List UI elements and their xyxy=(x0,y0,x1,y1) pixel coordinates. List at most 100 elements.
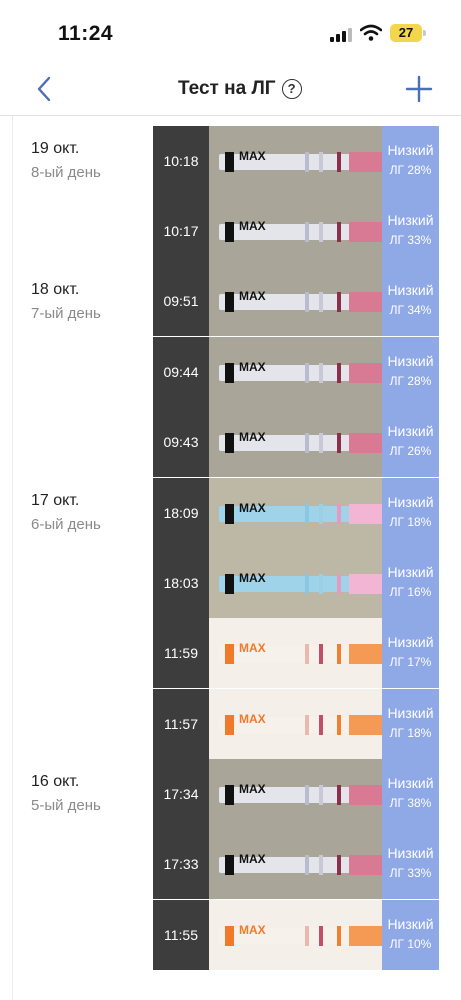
test-row[interactable]: 11:55 MAX Низкий ЛГ 10% xyxy=(153,900,439,970)
day-number: 7-ый день xyxy=(31,305,101,322)
strip-line xyxy=(337,785,341,805)
day-number: 6-ый день xyxy=(31,516,101,533)
strip-line xyxy=(337,855,341,875)
test-row[interactable]: 17:33 MAX Низкий ЛГ 33% xyxy=(153,829,439,899)
result-badge: Низкий ЛГ 34% xyxy=(382,266,439,336)
status-bar: 11:24 27 xyxy=(0,0,461,64)
strip-line xyxy=(349,644,382,664)
strip-line xyxy=(305,152,309,172)
test-strip-photo: MAX xyxy=(209,478,382,548)
test-row[interactable]: 11:57 MAX Низкий ЛГ 18% xyxy=(153,689,439,759)
strip-line xyxy=(319,433,323,453)
strip-handle xyxy=(225,926,234,946)
strip-line xyxy=(319,574,323,594)
strip-line xyxy=(349,222,382,242)
strip-line xyxy=(337,152,341,172)
day-label: 18 окт. 7-ый день xyxy=(31,281,101,322)
lh-value: ЛГ 26% xyxy=(389,444,432,458)
strip-max-label: MAX xyxy=(239,289,266,303)
signal-icon xyxy=(330,28,352,42)
strip-max-label: MAX xyxy=(239,430,266,444)
strip-line xyxy=(319,715,323,735)
result-badge: Низкий ЛГ 18% xyxy=(382,478,439,548)
test-time: 09:51 xyxy=(153,266,209,336)
strip-line xyxy=(305,363,309,383)
result-label: Низкий xyxy=(387,494,434,510)
test-row[interactable]: 11:59 MAX Низкий ЛГ 17% xyxy=(153,618,439,688)
test-strip-photo: MAX xyxy=(209,829,382,899)
test-row[interactable]: 10:17 MAX Низкий ЛГ 33% xyxy=(153,196,439,266)
strip-line xyxy=(337,644,341,664)
test-list: 19 окт. 8-ый день 18 окт. 7-ый день 17 о… xyxy=(12,116,461,1000)
test-row[interactable]: 18:09 MAX Низкий ЛГ 18% xyxy=(153,478,439,548)
day-number: 8-ый день xyxy=(31,164,101,181)
day-label: 16 окт. 5-ый день xyxy=(31,773,101,814)
strip-line xyxy=(349,292,382,312)
strip-line xyxy=(305,644,309,664)
test-time: 18:03 xyxy=(153,548,209,618)
status-time: 11:24 xyxy=(58,22,114,45)
test-strip-photo: MAX xyxy=(209,618,382,688)
strip-line xyxy=(319,222,323,242)
battery-tip xyxy=(423,30,426,36)
page-title-group: Тест на ЛГ ? xyxy=(178,78,302,100)
back-button[interactable] xyxy=(30,74,60,104)
test-time: 09:43 xyxy=(153,407,209,477)
strip-line xyxy=(319,152,323,172)
test-time: 09:44 xyxy=(153,337,209,407)
lh-value: ЛГ 10% xyxy=(389,937,432,951)
strip-handle xyxy=(225,292,234,312)
add-button[interactable] xyxy=(404,74,434,104)
test-time: 11:55 xyxy=(153,900,209,970)
lh-value: ЛГ 28% xyxy=(389,374,432,388)
strip-line xyxy=(337,926,341,946)
test-row[interactable]: 18:03 MAX Низкий ЛГ 16% xyxy=(153,548,439,618)
result-label: Низкий xyxy=(387,845,434,861)
result-badge: Низкий ЛГ 10% xyxy=(382,900,439,970)
result-label: Низкий xyxy=(387,212,434,228)
result-label: Низкий xyxy=(387,634,434,650)
strip-max-label: MAX xyxy=(239,712,266,726)
lh-value: ЛГ 38% xyxy=(389,796,432,810)
strip-handle xyxy=(225,855,234,875)
strip-line xyxy=(305,504,309,524)
test-row[interactable]: 09:43 MAX Низкий ЛГ 26% xyxy=(153,407,439,477)
strip-line xyxy=(319,363,323,383)
strip-handle xyxy=(225,644,234,664)
test-row[interactable]: 17:34 MAX Низкий ЛГ 38% xyxy=(153,759,439,829)
result-label: Низкий xyxy=(387,282,434,298)
test-row[interactable]: 10:18 MAX Низкий ЛГ 28% xyxy=(153,126,439,196)
page-title: Тест на ЛГ xyxy=(178,78,276,99)
strip-line xyxy=(319,785,323,805)
day-label: 19 окт. 8-ый день xyxy=(31,140,101,181)
strip-max-label: MAX xyxy=(239,219,266,233)
test-row[interactable]: 09:51 MAX Низкий ЛГ 34% xyxy=(153,266,439,336)
test-strip-photo: MAX xyxy=(209,126,382,196)
lh-value: ЛГ 18% xyxy=(389,515,432,529)
strip-line xyxy=(337,222,341,242)
strip-line xyxy=(319,926,323,946)
strip-line xyxy=(319,292,323,312)
lh-value: ЛГ 16% xyxy=(389,585,432,599)
strip-line xyxy=(319,855,323,875)
strip-handle xyxy=(225,152,234,172)
strip-line xyxy=(305,855,309,875)
strip-line xyxy=(305,574,309,594)
strip-line xyxy=(349,504,382,524)
result-badge: Низкий ЛГ 18% xyxy=(382,689,439,759)
test-time: 17:34 xyxy=(153,759,209,829)
lh-value: ЛГ 17% xyxy=(389,655,432,669)
day-date: 19 окт. xyxy=(31,140,80,157)
strip-handle xyxy=(225,715,234,735)
test-strip-photo: MAX xyxy=(209,900,382,970)
test-strip-photo: MAX xyxy=(209,266,382,336)
test-strip-photo: MAX xyxy=(209,548,382,618)
help-icon[interactable]: ? xyxy=(281,79,302,99)
test-strip-photo: MAX xyxy=(209,196,382,266)
result-badge: Низкий ЛГ 33% xyxy=(382,196,439,266)
test-row[interactable]: 09:44 MAX Низкий ЛГ 28% xyxy=(153,337,439,407)
strip-line xyxy=(349,574,382,594)
strip-line xyxy=(305,715,309,735)
result-label: Низкий xyxy=(387,142,434,158)
strip-line xyxy=(305,433,309,453)
